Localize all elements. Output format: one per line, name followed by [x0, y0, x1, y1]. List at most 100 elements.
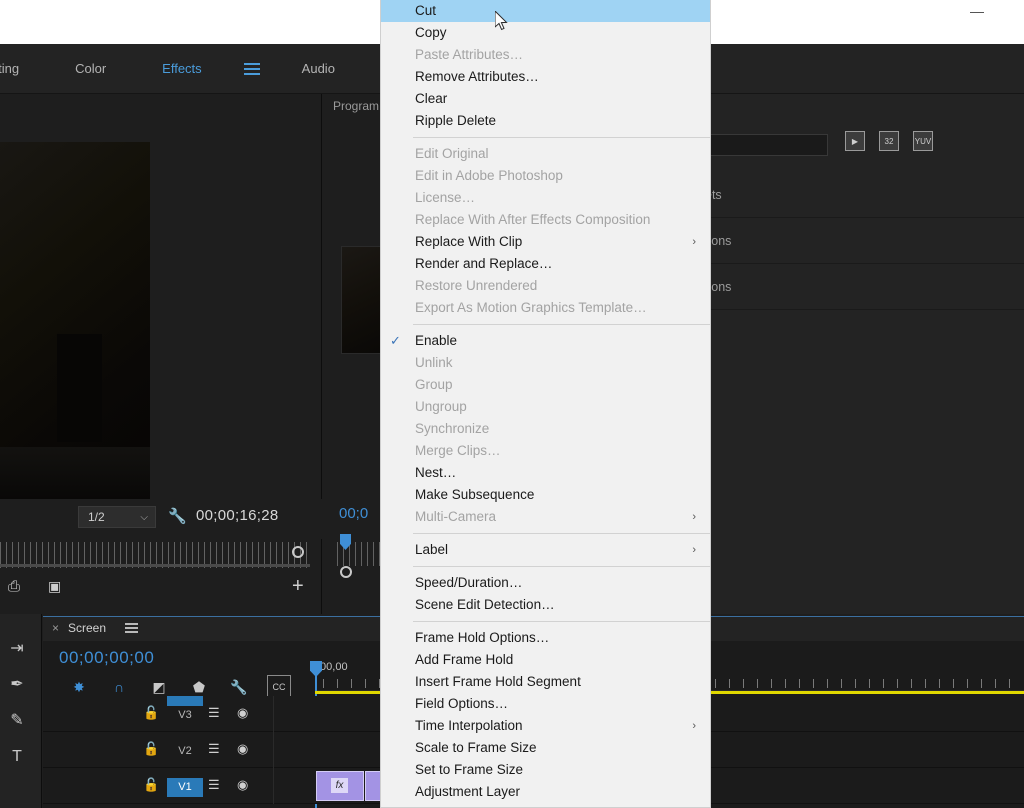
yuv-effects-icon[interactable]: YUV [913, 131, 933, 151]
menu-item-ungroup: Ungroup [381, 396, 710, 418]
wrench-icon[interactable]: 🔧 [168, 508, 186, 526]
eye-icon[interactable]: ◉ [237, 705, 248, 721]
menu-item-edit-original: Edit Original [381, 143, 710, 165]
source-timecode[interactable]: 00;00;16;28 [196, 507, 279, 524]
razor-tool-icon[interactable]: ✒ [4, 672, 30, 698]
tab-program[interactable]: Program [333, 99, 379, 113]
source-video-frame [0, 142, 150, 499]
menu-item-label: Clear [415, 91, 447, 106]
menu-item-label: Scene Edit Detection… [415, 597, 555, 612]
menu-separator [413, 566, 710, 567]
menu-item-set-to-frame-size[interactable]: Set to Frame Size [381, 759, 710, 781]
menu-item-label: Restore Unrendered [415, 278, 537, 293]
lock-icon[interactable]: 🔓 [143, 741, 159, 757]
menu-item-label: Frame Hold Options… [415, 630, 549, 645]
chevron-right-icon: › [692, 715, 696, 737]
menu-item-cut[interactable]: Cut [381, 0, 710, 22]
menu-item-multi-camera: Multi-Camera› [381, 506, 710, 528]
menu-item-label: Edit in Adobe Photoshop [415, 168, 563, 183]
timeline-sequence-name[interactable]: Screen [68, 621, 106, 635]
menu-item-label: Speed/Duration… [415, 575, 522, 590]
menu-item-adjustment-layer[interactable]: Adjustment Layer [381, 781, 710, 803]
close-icon[interactable]: × [52, 621, 59, 635]
effects-search-row: ▶ 32 YUV [703, 126, 1024, 166]
menu-item-label: Edit Original [415, 146, 489, 161]
menu-item-remove-attributes[interactable]: Remove Attributes… [381, 66, 710, 88]
menu-item-add-frame-hold[interactable]: Add Frame Hold [381, 649, 710, 671]
effects-category-row[interactable]: tions [703, 264, 1024, 310]
menu-item-label[interactable]: Label › [381, 539, 710, 561]
menu-item-enable[interactable]: ✓Enable [381, 330, 710, 352]
effects-panel: ▶ 32 YUV etstionstions [703, 94, 1024, 614]
workspace-tab-diting[interactable]: diting [0, 44, 47, 94]
menu-item-label: Label [415, 542, 448, 557]
menu-item-time-interpolation[interactable]: Time Interpolation› [381, 715, 710, 737]
menu-item-copy[interactable]: Copy [381, 22, 710, 44]
track-divider [273, 768, 274, 804]
menu-item-nest[interactable]: Nest… [381, 462, 710, 484]
program-timecode[interactable]: 00;0 [339, 505, 368, 522]
pen-tool-icon[interactable]: ✎ [4, 708, 30, 734]
camera-icon[interactable]: ▣ [48, 578, 68, 596]
minimize-icon[interactable] [970, 12, 984, 13]
source-monitor-panel: 1/2 ⌵ 🔧 00;00;16;28 ⎙ ▣ + [0, 94, 322, 614]
effects-category-row[interactable]: tions [703, 218, 1024, 264]
panel-menu-icon[interactable] [125, 623, 138, 633]
menu-item-label: Nest… [415, 465, 456, 480]
workspace-menu-icon[interactable] [244, 63, 260, 75]
menu-item-group: Group [381, 374, 710, 396]
sync-lock-icon[interactable]: ☰ [208, 705, 220, 721]
workspace-tab-audio[interactable]: Audio [274, 44, 363, 94]
mouse-cursor [495, 11, 509, 31]
menu-item-replace-with-clip[interactable]: Replace With Clip› [381, 231, 710, 253]
type-tool-icon[interactable]: T [4, 744, 30, 770]
menu-item-synchronize: Synchronize [381, 418, 710, 440]
menu-item-insert-frame-hold-segment[interactable]: Insert Frame Hold Segment [381, 671, 710, 693]
timeline-clip[interactable]: fx [316, 771, 364, 801]
track-name-V2[interactable]: V2 [167, 742, 203, 761]
workspace-tab-color[interactable]: Color [47, 44, 134, 94]
audio-track-selected-indicator[interactable] [167, 696, 203, 706]
menu-item-scene-edit-detection[interactable]: Scene Edit Detection… [381, 594, 710, 616]
menu-item-make-subsequence[interactable]: Make Subsequence [381, 484, 710, 506]
menu-item-frame-hold-options[interactable]: Frame Hold Options… [381, 627, 710, 649]
accelerated-effects-icon[interactable]: ▶ [845, 131, 865, 151]
source-zoom-handle[interactable] [292, 546, 304, 558]
menu-item-scale-to-frame-size[interactable]: Scale to Frame Size [381, 737, 710, 759]
eye-icon[interactable]: ◉ [237, 741, 248, 757]
menu-item-clear[interactable]: Clear [381, 88, 710, 110]
menu-item-ripple-delete[interactable]: Ripple Delete [381, 110, 710, 132]
chevron-down-icon: ⌵ [140, 508, 148, 528]
lock-icon[interactable]: 🔓 [143, 705, 159, 721]
menu-item-paste-attributes: Paste Attributes… [381, 44, 710, 66]
clip-context-menu[interactable]: Cut Copy Paste Attributes…Remove Attribute… [380, 0, 711, 808]
32bit-color-icon[interactable]: 32 [879, 131, 899, 151]
sync-lock-icon[interactable]: ☰ [208, 777, 220, 793]
menu-item-label: Synchronize [415, 421, 489, 436]
export-frame-icon[interactable]: ⎙ [8, 578, 28, 596]
effects-category-row[interactable]: ets [703, 172, 1024, 218]
menu-item-render-and-replace[interactable]: Render and Replace… [381, 253, 710, 275]
effects-row-list: etstionstions [703, 172, 1024, 310]
slip-tool-icon[interactable]: ⇥ [4, 636, 30, 662]
sync-lock-icon[interactable]: ☰ [208, 741, 220, 757]
effects-search-input[interactable] [693, 134, 828, 156]
track-name-V1[interactable]: V1 [167, 778, 203, 797]
menu-item-unlink: Unlink [381, 352, 710, 374]
program-zoom-handle[interactable] [340, 566, 352, 578]
lock-icon[interactable]: 🔓 [143, 777, 159, 793]
menu-item-label: Unlink [415, 355, 453, 370]
timeline-timecode[interactable]: 00;00;00;00 [59, 648, 154, 668]
menu-item-label: Set to Frame Size [415, 762, 523, 777]
menu-item-label: Copy [415, 25, 447, 40]
menu-item-edit-in-adobe-photoshop: Edit in Adobe Photoshop [381, 165, 710, 187]
source-zoom-select[interactable]: 1/2 ⌵ [78, 506, 156, 528]
workspace-tab-effects[interactable]: Effects [134, 44, 230, 94]
menu-item-field-options[interactable]: Field Options… [381, 693, 710, 715]
menu-item-speed-duration[interactable]: Speed/Duration… [381, 572, 710, 594]
eye-icon[interactable]: ◉ [237, 777, 248, 793]
track-name-V3[interactable]: V3 [167, 706, 203, 725]
menu-item-label: Render and Replace… [415, 256, 552, 271]
chevron-right-icon: › [692, 539, 696, 561]
button-editor-plus-icon[interactable]: + [292, 576, 304, 596]
